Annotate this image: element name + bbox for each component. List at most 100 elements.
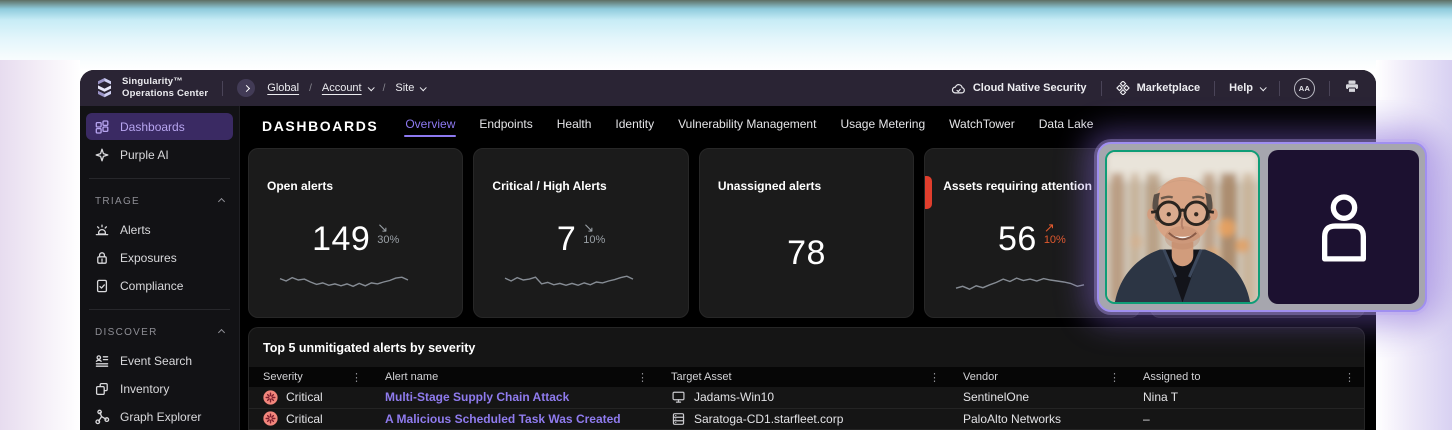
breadcrumb-global[interactable]: Global <box>267 82 299 94</box>
video-call-overlay[interactable] <box>1097 142 1427 312</box>
sidebar-item-graph-explorer[interactable]: Graph Explorer <box>86 403 233 430</box>
sidebar-item-dashboards[interactable]: Dashboards <box>86 113 233 140</box>
trend-down-icon: ↘ <box>583 221 594 235</box>
sparkline-chart <box>504 265 634 295</box>
graph-explorer-icon <box>94 409 110 425</box>
assigned-to-label: Nina T <box>1143 390 1178 404</box>
card-critical-high-alerts[interactable]: Critical / High Alerts 7 ↘ 10% <box>473 148 688 318</box>
scope-collapse-button[interactable] <box>237 79 255 97</box>
sidebar-item-alerts[interactable]: Alerts <box>86 216 233 243</box>
trend-percent: 30% <box>377 235 399 247</box>
marketplace-icon <box>1116 81 1130 95</box>
tab-data-lake[interactable]: Data Lake <box>1038 113 1095 139</box>
card-title: Assets requiring attention <box>943 179 1120 193</box>
tab-watchtower[interactable]: WatchTower <box>948 113 1016 139</box>
cloud-native-security-label: Cloud Native Security <box>973 82 1087 94</box>
table-row[interactable]: Critical Multi-Stage Supply Chain Attack… <box>249 387 1364 408</box>
column-menu-icon[interactable]: ⋮ <box>1335 371 1364 384</box>
metric-value: 149 <box>312 220 370 259</box>
tab-identity[interactable]: Identity <box>614 113 655 139</box>
decorative-left-border <box>0 60 80 430</box>
print-button[interactable] <box>1344 79 1360 97</box>
section-title-label: TRIAGE <box>95 196 140 207</box>
column-header-assigned-to[interactable]: Assigned to ⋮ <box>1129 367 1364 387</box>
breadcrumb-site[interactable]: Site <box>395 82 425 94</box>
alert-name-link[interactable]: Multi-Stage Supply Chain Attack <box>385 390 569 404</box>
sidebar-item-compliance[interactable]: Compliance <box>86 272 233 299</box>
tab-endpoints[interactable]: Endpoints <box>478 113 533 139</box>
sidebar-divider <box>89 178 230 179</box>
participant-placeholder-tile[interactable] <box>1268 150 1419 304</box>
target-asset-cell: Jadams-Win10 <box>657 390 949 404</box>
breadcrumb-separator: / <box>383 83 386 94</box>
sidebar: Dashboards Purple AI TRIAGE <box>80 106 240 430</box>
tab-overview[interactable]: Overview <box>404 113 456 139</box>
column-menu-icon[interactable]: ⋮ <box>342 371 371 384</box>
participant-video-tile[interactable] <box>1105 150 1260 304</box>
card-title: Critical / High Alerts <box>492 179 669 193</box>
metric-value: 56 <box>998 220 1037 259</box>
tab-health[interactable]: Health <box>556 113 593 139</box>
sidebar-item-event-search[interactable]: Event Search <box>86 347 233 374</box>
chevron-down-icon <box>367 84 374 91</box>
chevron-up-icon <box>218 198 225 205</box>
table-title: Top 5 unmitigated alerts by severity <box>249 341 1364 367</box>
event-search-icon <box>94 353 110 369</box>
severity-cell: Critical <box>249 390 371 405</box>
sidebar-divider <box>89 309 230 310</box>
help-menu[interactable]: Help <box>1229 82 1265 94</box>
alert-name-link[interactable]: A Malicious Scheduled Task Was Created <box>385 412 621 426</box>
sidebar-item-purple-ai[interactable]: Purple AI <box>86 141 233 168</box>
brand: Singularity™ Operations Center <box>96 76 208 101</box>
chevron-down-icon <box>1260 84 1267 91</box>
exposures-icon <box>94 250 110 266</box>
target-asset-label: Jadams-Win10 <box>694 390 774 404</box>
column-header-vendor[interactable]: Vendor ⋮ <box>949 367 1129 387</box>
user-avatar[interactable]: AA <box>1294 78 1315 99</box>
chevron-right-icon <box>243 84 250 91</box>
trend-down-indicator: ↘ 30% <box>377 221 399 246</box>
printer-icon <box>1344 79 1360 94</box>
sidebar-section-triage[interactable]: TRIAGE <box>86 189 233 216</box>
sidebar-item-exposures[interactable]: Exposures <box>86 244 233 271</box>
topbar-divider <box>1101 81 1102 96</box>
brand-line2: Operations Center <box>122 88 208 100</box>
column-menu-icon[interactable]: ⋮ <box>920 371 949 384</box>
column-label: Target Asset <box>671 371 732 383</box>
attention-accent-bar <box>924 176 932 209</box>
column-menu-icon[interactable]: ⋮ <box>1100 371 1129 384</box>
table-row[interactable]: Critical A Malicious Scheduled Task Was … <box>249 409 1364 430</box>
sidebar-item-inventory[interactable]: Inventory <box>86 375 233 402</box>
dashboard-tabs: Overview Endpoints Health Identity Vulne… <box>404 113 1094 139</box>
tab-usage-metering[interactable]: Usage Metering <box>839 113 926 139</box>
severity-critical-icon <box>263 390 278 405</box>
card-open-alerts[interactable]: Open alerts 149 ↘ 30% <box>248 148 463 318</box>
marketplace-link[interactable]: Marketplace <box>1116 81 1201 95</box>
column-header-target-asset[interactable]: Target Asset ⋮ <box>657 367 949 387</box>
column-label: Severity <box>263 371 303 383</box>
top-bar: Singularity™ Operations Center Global / … <box>80 70 1376 106</box>
sidebar-item-label: Inventory <box>120 382 169 396</box>
screenshot-stage: Singularity™ Operations Center Global / … <box>0 0 1452 430</box>
breadcrumb: Global / Account / Site <box>267 82 425 94</box>
desktop-icon <box>671 390 686 404</box>
sidebar-section-discover[interactable]: DISCOVER <box>86 320 233 347</box>
column-header-severity[interactable]: Severity ⋮ <box>249 367 371 387</box>
avatar-initials: AA <box>1299 84 1310 93</box>
chevron-up-icon <box>218 329 225 336</box>
cloud-native-security-link[interactable]: Cloud Native Security <box>951 82 1087 95</box>
tab-vulnerability-management[interactable]: Vulnerability Management <box>677 113 817 139</box>
column-menu-icon[interactable]: ⋮ <box>628 371 657 384</box>
sparkline-chart <box>279 265 409 295</box>
column-label: Vendor <box>963 371 998 383</box>
column-header-alert-name[interactable]: Alert name ⋮ <box>371 367 657 387</box>
breadcrumb-account-label: Account <box>322 82 362 94</box>
table-header-row: Severity ⋮ Alert name ⋮ Target Asset ⋮ <box>249 367 1364 387</box>
breadcrumb-account[interactable]: Account <box>322 82 373 94</box>
column-label: Assigned to <box>1143 371 1200 383</box>
server-icon <box>671 412 686 426</box>
trend-up-indicator: ↗ 10% <box>1044 221 1066 246</box>
card-unassigned-alerts[interactable]: Unassigned alerts 78 <box>699 148 914 318</box>
page-title: DASHBOARDS <box>262 118 378 134</box>
brand-line1: Singularity™ <box>122 76 208 88</box>
